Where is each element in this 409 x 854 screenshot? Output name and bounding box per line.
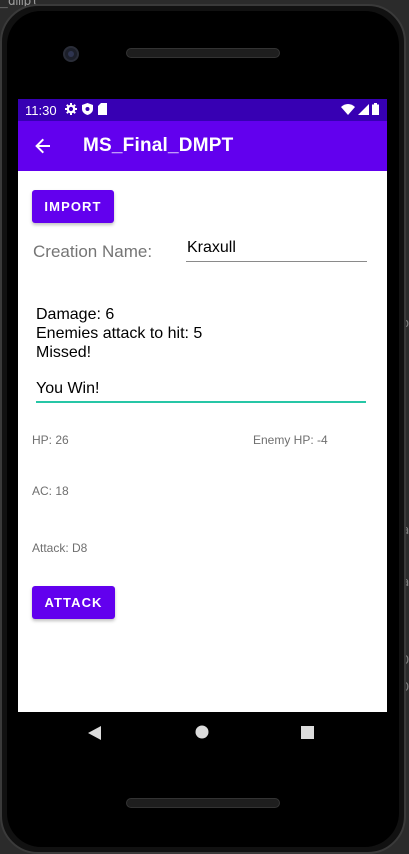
system-nav-bar	[18, 712, 387, 756]
front-camera	[63, 46, 79, 62]
main-content: IMPORT Creation Name: Kraxull Damage: 6 …	[18, 171, 387, 712]
wifi-icon	[341, 103, 355, 118]
creation-name-label: Creation Name:	[33, 242, 153, 261]
player-hp-label: HP: 26	[32, 433, 69, 447]
back-triangle-icon[interactable]	[88, 725, 101, 744]
sd-card-icon	[97, 102, 107, 118]
status-time: 11:30	[25, 102, 57, 118]
arrow-back-icon[interactable]	[18, 121, 68, 171]
emulator-window: _dmpt o a a D D 11:30	[0, 0, 409, 854]
armor-class-label: AC: 18	[32, 484, 69, 498]
gear-icon	[64, 102, 77, 118]
shield-icon	[81, 102, 93, 118]
result-text-field[interactable]: You Win!	[36, 378, 366, 403]
import-button[interactable]: IMPORT	[32, 190, 114, 223]
creation-name-input[interactable]: Kraxull	[186, 237, 367, 262]
status-bar: 11:30	[18, 99, 387, 121]
attack-die-label: Attack: D8	[32, 541, 88, 555]
combat-log-text: Damage: 6 Enemies attack to hit: 5 Misse…	[36, 306, 203, 361]
bottom-speaker	[126, 798, 280, 808]
home-circle-icon[interactable]	[195, 724, 209, 743]
battery-icon	[372, 102, 379, 118]
device-screen: 11:30 MS_Final_DMPT IMPORT Creation Name…	[18, 99, 387, 712]
app-bar: MS_Final_DMPT	[18, 121, 387, 171]
signal-icon	[358, 103, 369, 118]
attack-button[interactable]: ATTACK	[32, 586, 115, 619]
enemy-hp-label: Enemy HP: -4	[253, 433, 328, 447]
recents-square-icon[interactable]	[301, 724, 314, 743]
app-title: MS_Final_DMPT	[83, 135, 234, 156]
earpiece-speaker	[126, 48, 280, 58]
